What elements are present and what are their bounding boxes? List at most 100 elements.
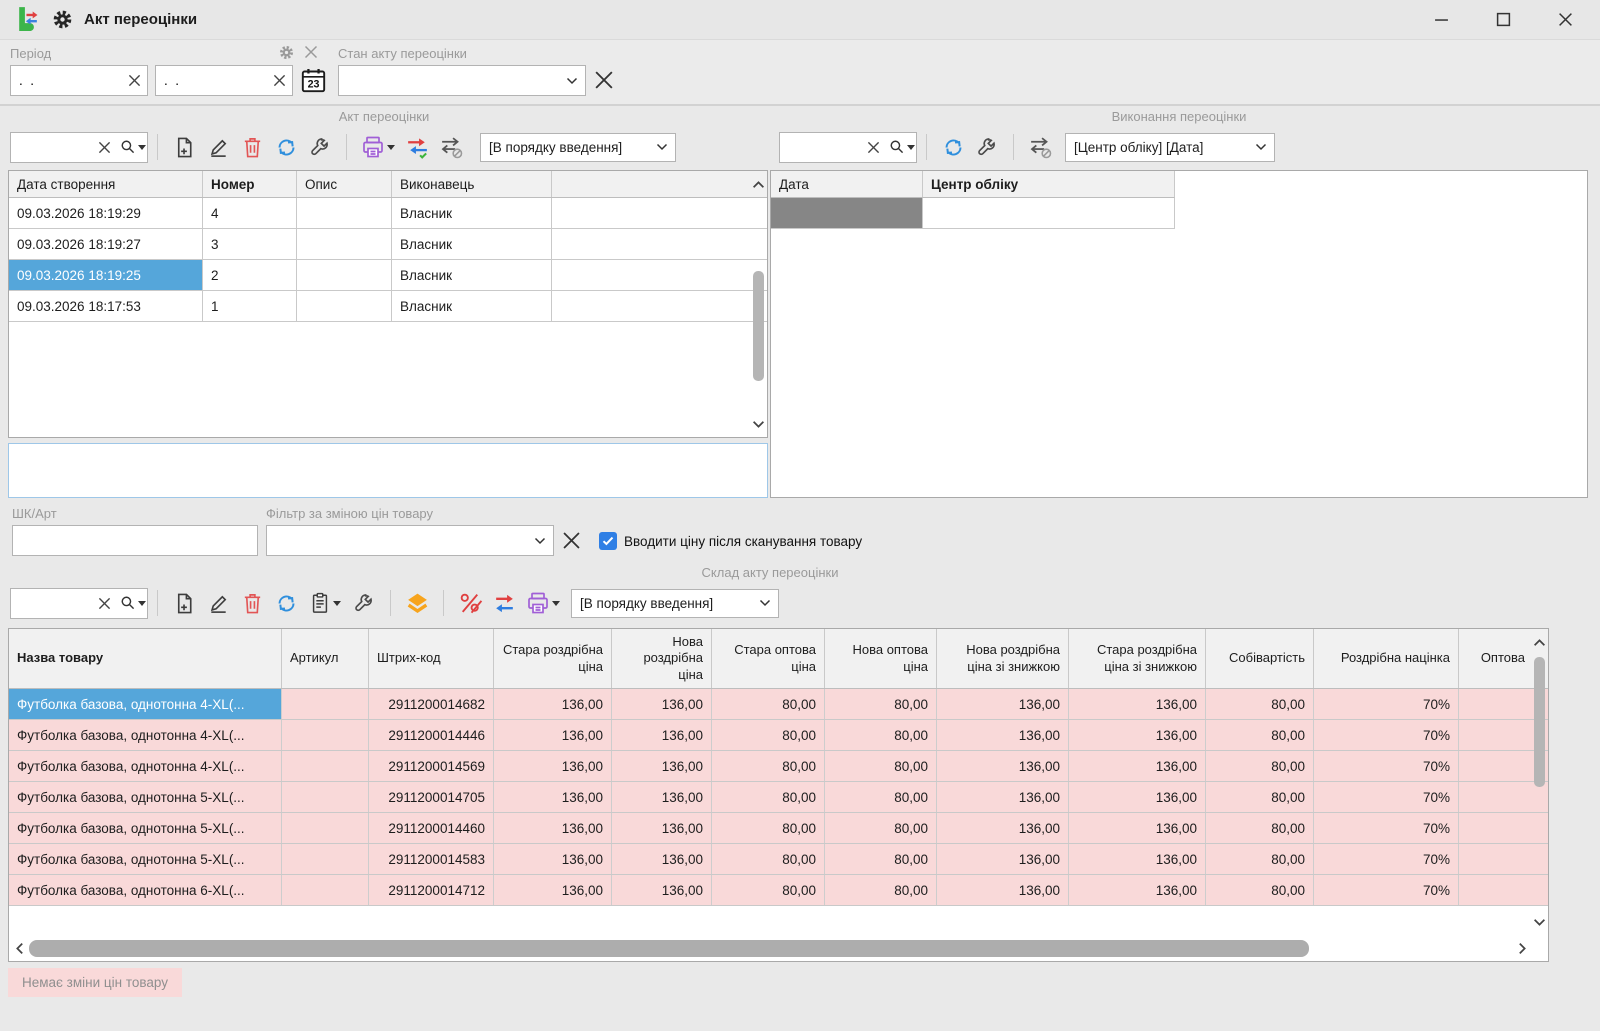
table-row[interactable]: 09.03.2026 18:17:53 1 Власник bbox=[9, 291, 767, 322]
acts-col-number[interactable]: Номер bbox=[203, 171, 297, 197]
scroll-down-icon[interactable] bbox=[750, 413, 767, 435]
items-vertical-scrollbar[interactable] bbox=[1531, 629, 1548, 935]
acts-print-button[interactable] bbox=[356, 131, 400, 163]
table-row[interactable]: Футболка базова, однотонна 6-XL(... 2911… bbox=[9, 875, 1548, 906]
period-clear-icon[interactable] bbox=[304, 45, 318, 59]
settings-gear-icon[interactable] bbox=[51, 8, 74, 31]
items-col-name[interactable]: Назва товару bbox=[9, 629, 282, 688]
price-change-dropdown[interactable] bbox=[266, 525, 554, 556]
table-row[interactable]: 09.03.2026 18:19:29 4 Власник bbox=[9, 198, 767, 229]
price-change-clear-icon[interactable] bbox=[562, 531, 581, 550]
maximize-button[interactable] bbox=[1472, 1, 1534, 39]
items-col-old-retail[interactable]: Стара роздрібна ціна bbox=[494, 629, 612, 688]
date-to-field[interactable] bbox=[155, 65, 293, 96]
table-row[interactable]: Футболка базова, однотонна 4-XL(... 2911… bbox=[9, 751, 1548, 782]
execution-sort-dropdown[interactable]: [Центр обліку] [Дата] bbox=[1065, 133, 1275, 162]
state-clear-icon[interactable] bbox=[594, 70, 614, 90]
items-col-new-retail[interactable]: Нова роздрібна ціна bbox=[612, 629, 712, 688]
acts-add-button[interactable] bbox=[167, 131, 201, 163]
items-search-clear-icon[interactable] bbox=[91, 589, 117, 618]
execution-cancel-transfer-button[interactable] bbox=[1023, 131, 1057, 163]
items-col-wholesale[interactable]: Оптова bbox=[1459, 629, 1533, 688]
date-to-input[interactable] bbox=[156, 66, 266, 95]
state-dropdown[interactable] bbox=[338, 65, 586, 96]
execution-search-clear-icon[interactable] bbox=[860, 133, 886, 162]
acts-search-field[interactable] bbox=[10, 132, 148, 163]
acts-cancel-transfer-button[interactable] bbox=[434, 131, 468, 163]
table-row[interactable]: Футболка базова, однотонна 5-XL(... 2911… bbox=[9, 782, 1548, 813]
items-col-retail-markup[interactable]: Роздрібна націнка bbox=[1314, 629, 1459, 688]
acts-print-dropdown-icon[interactable] bbox=[387, 145, 395, 150]
table-row[interactable]: Футболка базова, однотонна 5-XL(... 2911… bbox=[9, 844, 1548, 875]
date-to-clear-icon[interactable] bbox=[266, 66, 292, 95]
items-refresh-button[interactable] bbox=[269, 587, 303, 619]
table-row[interactable]: 09.03.2026 18:19:25 2 Власник bbox=[9, 260, 767, 291]
items-swap-prices-button[interactable] bbox=[487, 587, 521, 619]
period-settings-gear-icon[interactable] bbox=[278, 44, 295, 61]
table-row[interactable] bbox=[771, 198, 1175, 229]
items-edit-button[interactable] bbox=[201, 587, 235, 619]
scroll-left-icon[interactable] bbox=[11, 937, 28, 959]
items-search-input[interactable] bbox=[11, 596, 91, 611]
items-col-barcode[interactable]: Штрих-код bbox=[369, 629, 494, 688]
acts-search-icon[interactable] bbox=[117, 133, 147, 162]
execution-search-icon[interactable] bbox=[886, 133, 916, 162]
items-col-new-wholesale[interactable]: Нова оптова ціна bbox=[825, 629, 937, 688]
items-clipboard-button[interactable] bbox=[303, 587, 347, 619]
items-col-article[interactable]: Артикул bbox=[282, 629, 369, 688]
scan-price-checkbox[interactable]: Вводити ціну після сканування товару bbox=[599, 532, 862, 550]
items-layers-button[interactable] bbox=[400, 587, 434, 619]
items-search-icon[interactable] bbox=[117, 589, 147, 618]
items-print-button[interactable] bbox=[521, 587, 565, 619]
scroll-thumb[interactable] bbox=[1534, 657, 1545, 787]
items-col-old-wholesale[interactable]: Стара оптова ціна bbox=[712, 629, 825, 688]
acts-col-executor[interactable]: Виконавець bbox=[392, 171, 552, 197]
acts-edit-button[interactable] bbox=[201, 131, 235, 163]
acts-delete-button[interactable] bbox=[235, 131, 269, 163]
items-sort-dropdown[interactable]: [В порядку введення] bbox=[571, 589, 779, 618]
execution-search-input[interactable] bbox=[780, 140, 860, 155]
items-horizontal-scrollbar[interactable] bbox=[9, 937, 1533, 959]
scroll-right-icon[interactable] bbox=[1514, 937, 1531, 959]
items-service-wrench-icon[interactable] bbox=[347, 587, 381, 619]
acts-search-input[interactable] bbox=[11, 140, 91, 155]
items-delete-button[interactable] bbox=[235, 587, 269, 619]
execution-col-date[interactable]: Дата bbox=[771, 171, 923, 197]
items-print-dropdown-icon[interactable] bbox=[552, 601, 560, 606]
items-col-new-retail-disc[interactable]: Нова роздрібна ціна зі знижкою bbox=[937, 629, 1069, 688]
execution-service-wrench-icon[interactable] bbox=[970, 131, 1004, 163]
close-button[interactable] bbox=[1534, 1, 1596, 39]
acts-transfer-button[interactable] bbox=[400, 131, 434, 163]
acts-sort-dropdown[interactable]: [В порядку введення] bbox=[480, 133, 676, 162]
items-col-old-retail-disc[interactable]: Стара роздрібна ціна зі знижкою bbox=[1069, 629, 1206, 688]
items-percent-button[interactable] bbox=[453, 587, 487, 619]
date-from-input[interactable] bbox=[11, 66, 121, 95]
items-search-field[interactable] bbox=[10, 588, 148, 619]
sku-input[interactable] bbox=[13, 526, 257, 555]
acts-service-wrench-icon[interactable] bbox=[303, 131, 337, 163]
sku-field[interactable] bbox=[12, 525, 258, 556]
table-row[interactable]: Футболка базова, однотонна 4-XL(... 2911… bbox=[9, 689, 1548, 720]
scroll-thumb[interactable] bbox=[753, 271, 764, 381]
acts-col-desc[interactable]: Опис bbox=[297, 171, 392, 197]
scroll-up-icon[interactable] bbox=[1531, 631, 1548, 653]
scroll-up-icon[interactable] bbox=[750, 173, 767, 195]
acts-search-clear-icon[interactable] bbox=[91, 133, 117, 162]
execution-search-field[interactable] bbox=[779, 132, 917, 163]
checkbox-checked-icon[interactable] bbox=[599, 532, 617, 550]
date-from-field[interactable] bbox=[10, 65, 148, 96]
calendar-icon[interactable]: 23 bbox=[300, 67, 327, 94]
execution-col-center[interactable]: Центр обліку bbox=[923, 171, 1174, 197]
acts-refresh-button[interactable] bbox=[269, 131, 303, 163]
date-from-clear-icon[interactable] bbox=[121, 66, 147, 95]
minimize-button[interactable] bbox=[1410, 1, 1472, 39]
items-clipboard-dropdown-icon[interactable] bbox=[333, 601, 341, 606]
items-col-cost[interactable]: Собівартість bbox=[1206, 629, 1314, 688]
acts-comment-box[interactable] bbox=[8, 443, 768, 498]
execution-refresh-button[interactable] bbox=[936, 131, 970, 163]
scroll-thumb[interactable] bbox=[29, 940, 1309, 957]
items-add-button[interactable] bbox=[167, 587, 201, 619]
table-row[interactable]: 09.03.2026 18:19:27 3 Власник bbox=[9, 229, 767, 260]
scroll-down-icon[interactable] bbox=[1531, 911, 1548, 933]
table-row[interactable]: Футболка базова, однотонна 4-XL(... 2911… bbox=[9, 720, 1548, 751]
